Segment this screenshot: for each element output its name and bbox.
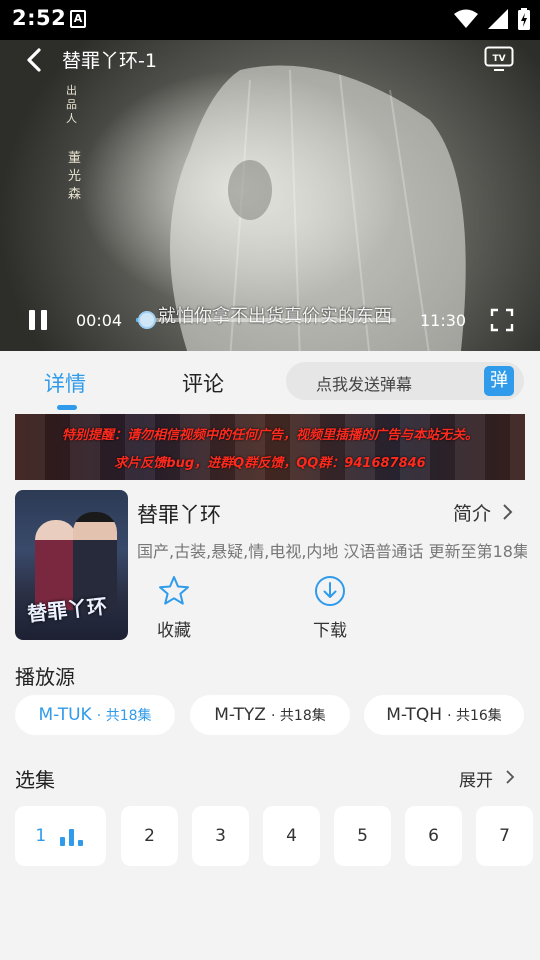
danmaku-input[interactable]: 点我发送弹幕 弹 bbox=[286, 362, 524, 400]
episode-7-button[interactable]: 7 bbox=[476, 806, 533, 866]
download-label: 下载 bbox=[313, 621, 347, 641]
tv-cast-icon[interactable]: TV bbox=[484, 46, 514, 72]
player-top-bar: 替罪丫环-1 TV bbox=[0, 40, 540, 80]
favorite-label: 收藏 bbox=[157, 621, 191, 641]
episodes-title: 选集 bbox=[15, 768, 55, 792]
source-chip-mtqh[interactable]: M-TQH · 共16集 bbox=[364, 695, 524, 735]
source-name: M-TYZ bbox=[214, 705, 266, 725]
status-icons bbox=[454, 8, 530, 30]
source-count: · 共18集 bbox=[271, 708, 326, 724]
back-arrow-icon[interactable] bbox=[22, 46, 48, 74]
source-count: · 共18集 bbox=[96, 708, 152, 724]
status-time: 2:52 bbox=[12, 6, 67, 30]
episode-2-button[interactable]: 2 bbox=[121, 806, 178, 866]
status-bar: 2:52 A bbox=[0, 0, 540, 40]
notification-a-icon: A bbox=[70, 10, 86, 28]
show-poster: 替罪丫环 bbox=[15, 490, 128, 640]
ad-feedback-text: 求片反馈bug，进群Q群反馈，QQ群：941687846 bbox=[114, 456, 426, 471]
source-name: M-TUK bbox=[38, 705, 92, 725]
credit-name-text: 董光森 bbox=[68, 151, 82, 202]
source-chip-mtyz[interactable]: M-TYZ · 共18集 bbox=[190, 695, 350, 735]
episode-5-button[interactable]: 5 bbox=[334, 806, 391, 866]
danmaku-placeholder: 点我发送弹幕 bbox=[316, 375, 413, 394]
signal-icon bbox=[488, 9, 508, 29]
tab-comments[interactable]: 评论 bbox=[182, 368, 224, 398]
source-chip-mtuk[interactable]: M-TUK · 共18集 bbox=[15, 695, 175, 735]
download-icon bbox=[315, 576, 345, 606]
ad-banner[interactable]: 特别提醒：请勿相信视频中的任何广告，视频里插播的广告与本站无关。 求片反馈bug… bbox=[15, 414, 525, 480]
svg-text:TV: TV bbox=[492, 54, 505, 64]
expand-link[interactable]: 展开 bbox=[459, 766, 493, 791]
tab-details[interactable]: 详情 bbox=[44, 368, 86, 398]
show-title: 替罪丫环 bbox=[137, 503, 221, 527]
video-title: 替罪丫环-1 bbox=[62, 50, 157, 72]
fullscreen-icon[interactable] bbox=[490, 308, 514, 332]
playing-equalizer-icon bbox=[59, 826, 86, 846]
chevron-right-icon[interactable] bbox=[500, 502, 514, 522]
wifi-icon bbox=[454, 9, 478, 28]
battery-icon bbox=[518, 8, 530, 30]
danmaku-send-button[interactable]: 弹 bbox=[484, 366, 514, 396]
favorite-button[interactable]: 收藏 bbox=[144, 574, 204, 641]
episode-6-button[interactable]: 6 bbox=[405, 806, 462, 866]
active-tab-indicator bbox=[57, 405, 77, 410]
current-time: 00:04 bbox=[76, 311, 123, 330]
ad-notice-text: 特别提醒：请勿相信视频中的任何广告，视频里插播的广告与本站无关。 bbox=[61, 428, 478, 443]
episode-1-button[interactable]: 1 bbox=[15, 806, 106, 866]
show-tags: 国产,古装,悬疑,情,电视,内地 汉语普通话 更新至第18集 bbox=[137, 542, 527, 561]
episodes-list: 1 2 3 4 5 6 7 bbox=[0, 806, 540, 866]
pause-icon[interactable] bbox=[27, 308, 49, 332]
chevron-right-icon[interactable] bbox=[504, 768, 516, 786]
sources-title: 播放源 bbox=[15, 665, 75, 689]
download-button[interactable]: 下载 bbox=[300, 574, 360, 641]
video-player[interactable]: 出品人 董光森 替罪丫环-1 TV 就怕你拿不出货真价实的东西 00:04 11… bbox=[0, 40, 540, 351]
source-name: M-TQH bbox=[386, 705, 442, 725]
episode-number: 1 bbox=[35, 826, 47, 846]
progress-thumb[interactable] bbox=[137, 311, 156, 329]
episode-3-button[interactable]: 3 bbox=[192, 806, 249, 866]
intro-link[interactable]: 简介 bbox=[453, 499, 491, 526]
credit-text: 出品人 bbox=[66, 84, 77, 125]
episode-4-button[interactable]: 4 bbox=[263, 806, 320, 866]
source-count: · 共16集 bbox=[447, 708, 502, 724]
progress-bar[interactable] bbox=[136, 311, 396, 329]
video-subtitle: 就怕你拿不出货真价实的东西 bbox=[158, 306, 392, 327]
star-icon bbox=[159, 576, 189, 605]
total-time: 11:30 bbox=[420, 311, 467, 330]
